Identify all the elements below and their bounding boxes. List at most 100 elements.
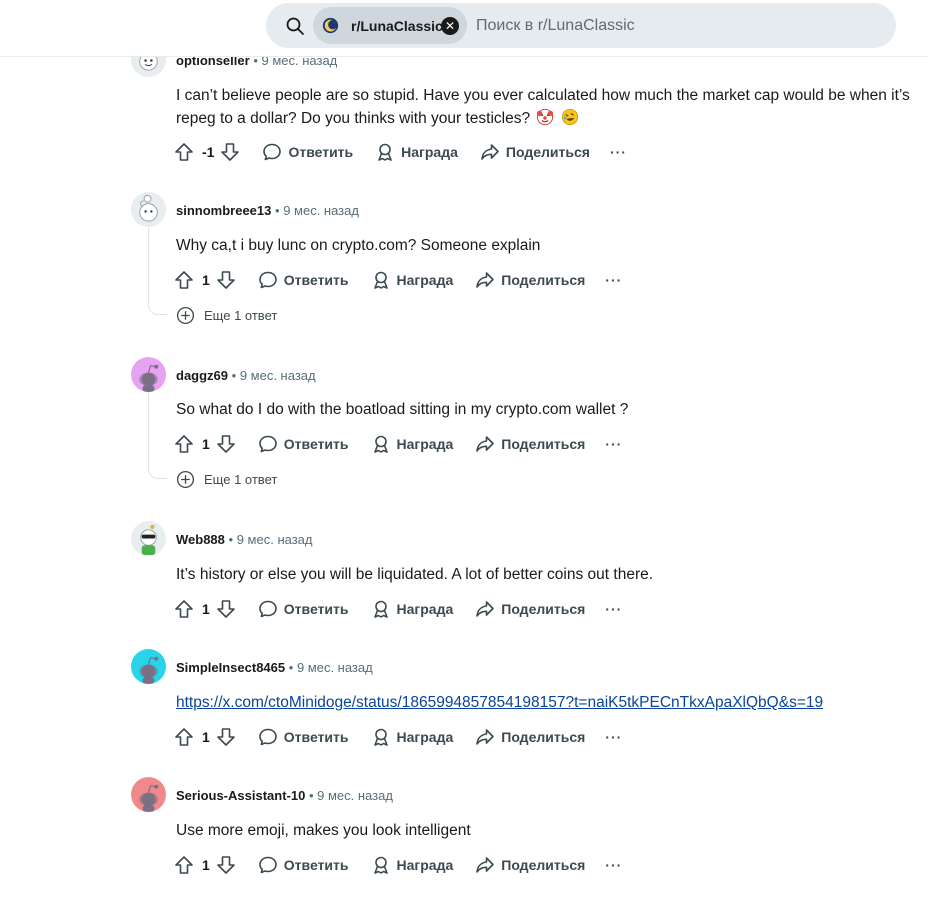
search-icon[interactable] [285,16,305,36]
thread-line[interactable] [148,392,167,479]
username[interactable]: SimpleInsect8465 [176,660,285,675]
vote-score: 1 [202,857,210,873]
share-button[interactable]: Поделиться [475,270,585,290]
comment-text: So what do I do with the boatload sittin… [176,401,629,418]
share-button[interactable]: Поделиться [475,855,585,875]
award-label: Награда [401,144,458,160]
close-icon[interactable]: ✕ [441,17,459,35]
award-button[interactable]: Награда [371,270,454,290]
share-icon [475,270,495,290]
comment-meta: Web888 • 9 мес. назад [176,532,313,547]
more-options-button[interactable]: ··· [605,272,622,288]
username[interactable]: Serious-Assistant-10 [176,788,305,803]
comment-bubble-icon [258,270,278,290]
more-options-button[interactable]: ··· [610,144,627,160]
award-button[interactable]: Награда [375,142,458,162]
award-button[interactable]: Награда [371,855,453,875]
upvote-icon[interactable] [174,727,194,747]
comment-bubble-icon [258,434,278,454]
reply-button[interactable]: Ответить [258,855,349,875]
separator-dot: • [228,532,234,547]
comment-actions: 1 Ответить Награда Поделиться ··· [174,432,622,456]
separator-dot: • [231,368,237,383]
share-label: Поделиться [505,144,590,160]
username[interactable]: sinnombreee13 [176,203,271,218]
reply-button[interactable]: Ответить [258,727,349,747]
upvote-icon[interactable] [174,434,194,454]
award-label: Награда [396,272,454,288]
downvote-icon[interactable] [216,434,236,454]
award-label: Награда [396,436,454,452]
reply-label: Ответить [283,601,349,617]
avatar[interactable] [131,521,166,556]
award-button[interactable]: Награда [371,599,453,619]
username[interactable]: Web888 [176,532,225,547]
award-label: Награда [396,729,454,745]
upvote-icon[interactable] [174,855,194,875]
award-icon [371,434,391,454]
share-button[interactable]: Поделиться [480,142,590,162]
timestamp[interactable]: 9 мес. назад [240,368,316,383]
plus-circle-icon [176,470,195,489]
reply-label: Ответить [283,857,349,873]
vote-score: 1 [202,272,210,288]
award-button[interactable]: Награда [371,727,454,747]
upvote-icon[interactable] [174,270,194,290]
comment-text: https://x.com/ctoMinidoge/status/1865994… [176,691,926,714]
timestamp[interactable]: 9 мес. назад [317,788,393,803]
share-button[interactable]: Поделиться [475,727,585,747]
upvote-icon[interactable] [174,599,194,619]
award-icon [371,727,391,747]
comment-link[interactable]: https://x.com/ctoMinidoge/status/1865994… [176,694,823,711]
search-input[interactable] [474,11,878,41]
downvote-icon[interactable] [216,270,236,290]
more-replies-button[interactable]: Еще 1 ответ [176,470,277,489]
downvote-icon[interactable] [216,599,236,619]
comment-meta: SimpleInsect8465 • 9 мес. назад [176,660,373,675]
comment-actions: 1 Ответить Награда Поделиться ··· [174,853,622,877]
thread-line[interactable] [148,228,167,315]
avatar[interactable] [131,649,166,684]
more-options-button[interactable]: ··· [605,436,622,452]
comment-text: I can’t believe people are so stupid. Ha… [176,84,926,130]
search-bar[interactable]: r/LunaClassic ✕ [266,3,896,48]
more-options-button[interactable]: ··· [605,601,622,617]
more-options-button[interactable]: ··· [605,729,622,745]
more-replies-button[interactable]: Еще 1 ответ [176,306,277,325]
comment-actions: 1 Ответить Награда Поделиться ··· [174,268,622,292]
subreddit-chip[interactable]: r/LunaClassic ✕ [313,7,467,44]
comment-actions: -1 Ответить Награда Поделиться ··· [174,140,627,164]
reply-button[interactable]: Ответить [258,599,349,619]
more-replies-label: Еще 1 ответ [204,472,278,487]
subreddit-chip-label: r/LunaClassic [351,18,443,34]
timestamp[interactable]: 9 мес. назад [283,203,359,218]
reply-label: Ответить [288,144,354,160]
luna-classic-logo-icon [322,17,339,34]
avatar[interactable] [131,357,166,392]
award-button[interactable]: Награда [371,434,454,454]
share-icon [475,727,495,747]
more-options-button[interactable]: ··· [605,857,622,873]
downvote-icon[interactable] [216,855,236,875]
vote-score: -1 [202,144,215,160]
timestamp[interactable]: 9 мес. назад [297,660,373,675]
reply-button[interactable]: Ответить [262,142,353,162]
reply-button[interactable]: Ответить [258,270,349,290]
avatar[interactable] [131,192,166,227]
reply-button[interactable]: Ответить [258,434,349,454]
downvote-icon[interactable] [216,727,236,747]
timestamp[interactable]: 9 мес. назад [237,532,313,547]
share-button[interactable]: Поделиться [475,434,585,454]
share-button[interactable]: Поделиться [475,599,585,619]
downvote-icon[interactable] [220,142,240,162]
avatar[interactable] [131,777,166,812]
share-label: Поделиться [501,272,586,288]
top-bar: r/LunaClassic ✕ [0,0,928,57]
comment-bubble-icon [262,142,282,162]
rofl-face-icon [561,108,578,126]
comment-meta: sinnombreee13 • 9 мес. назад [176,203,359,218]
comment-text: It’s history or else you will be liquida… [176,566,654,583]
comment-text: Use more emoji, makes you look intellige… [176,822,471,839]
upvote-icon[interactable] [174,142,194,162]
username[interactable]: daggz69 [176,368,228,383]
